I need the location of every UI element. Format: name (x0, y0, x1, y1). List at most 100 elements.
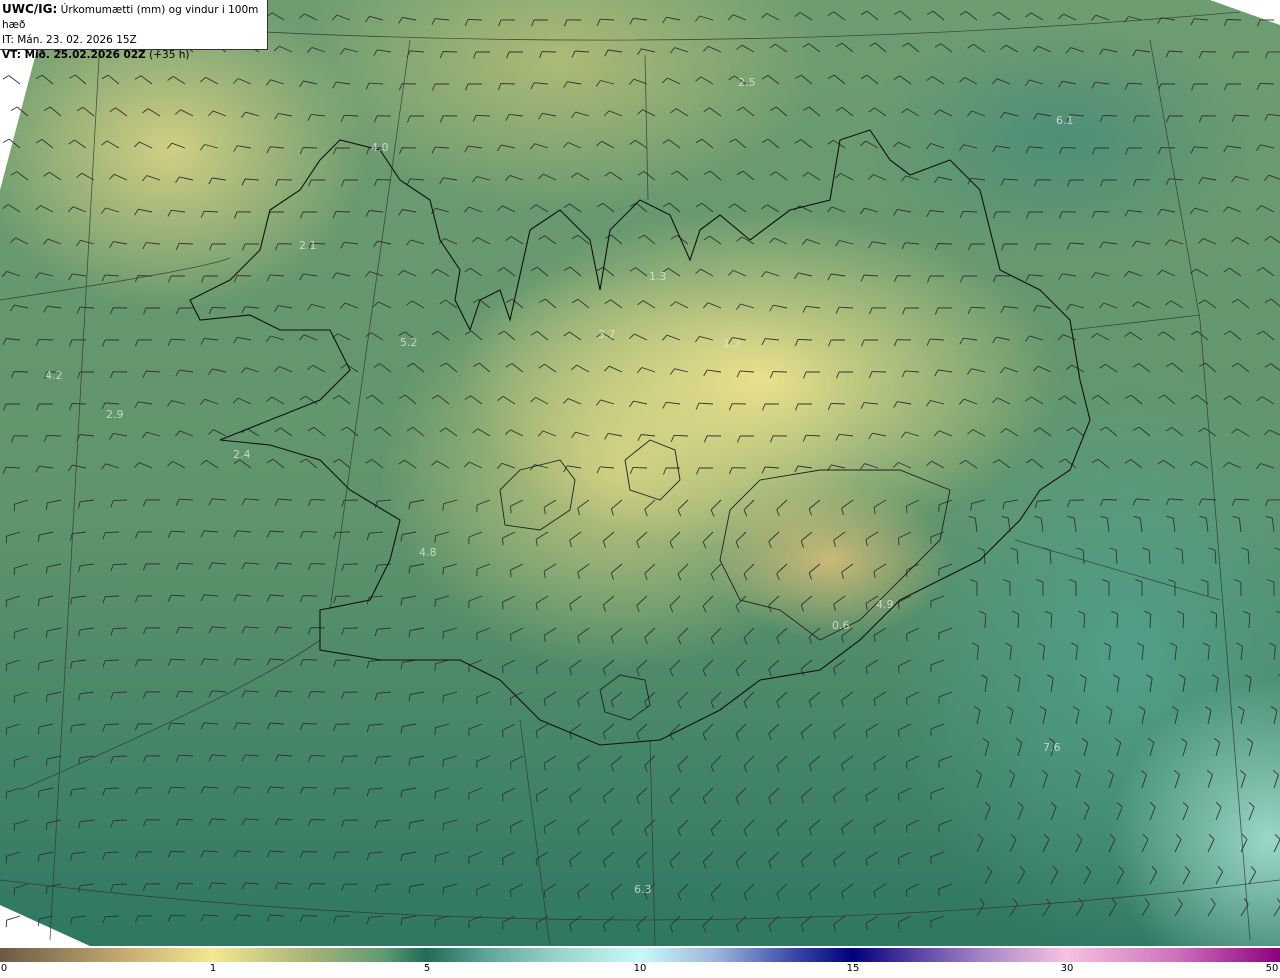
wind-barb (1239, 769, 1246, 789)
wind-barb (897, 531, 912, 546)
wind-barb (1133, 515, 1143, 533)
wind-barb (274, 818, 293, 826)
wind-barb (1000, 111, 1019, 119)
wind-barb (710, 883, 722, 901)
wind-barb (860, 74, 879, 85)
wind-barb (934, 243, 953, 251)
wind-barb (743, 819, 755, 837)
wind-barb (1099, 499, 1118, 507)
wind-barb (629, 467, 648, 475)
wind-barb (1223, 330, 1242, 341)
wind-barb (109, 307, 128, 315)
wind-barb (1164, 239, 1184, 246)
wind-barb (307, 691, 326, 699)
wind-barb (476, 883, 491, 896)
wind-barb (743, 499, 755, 517)
wind-barb (1132, 240, 1151, 248)
wind-barb (442, 819, 458, 831)
wind-barb (868, 307, 887, 315)
wind-barb (273, 45, 293, 53)
wind-barb (703, 435, 722, 443)
wind-barb (1025, 12, 1044, 21)
wind-barb (1264, 363, 1280, 372)
wind-barb (670, 434, 689, 442)
wind-barb (827, 74, 846, 85)
wind-barb (274, 112, 293, 120)
wind-barb (1138, 706, 1146, 725)
wind-barb (893, 401, 912, 408)
wind-barb (398, 394, 417, 405)
wind-barb (892, 461, 912, 469)
wind-barb (506, 51, 523, 59)
wind-barb (577, 499, 590, 516)
wind-barb (1198, 362, 1217, 373)
wind-barb (1232, 515, 1242, 533)
wind-barb (1099, 114, 1118, 122)
wind-barb (1058, 80, 1077, 88)
wind-barb (695, 202, 714, 213)
wind-barb (897, 851, 912, 866)
wind-barb (808, 499, 821, 516)
valid-time: VT: Mið. 25.02.2026 02Z (2, 49, 146, 61)
wind-barb (1114, 738, 1122, 757)
wind-barb (1265, 515, 1275, 533)
wind-barb (464, 330, 483, 341)
wind-barb (476, 499, 491, 512)
precipitation-colorbar (0, 948, 1280, 962)
wind-barb (905, 883, 920, 898)
wind-barb (266, 850, 285, 858)
wind-barb (1231, 236, 1250, 245)
wind-barb (669, 851, 681, 869)
wind-barb (400, 659, 417, 670)
wind-barb (1147, 738, 1155, 757)
wind-barb (661, 77, 681, 85)
wind-barb (208, 626, 227, 634)
wind-barb (1002, 499, 1019, 510)
wind-barb (1037, 642, 1045, 661)
wind-barb (408, 691, 425, 702)
wind-barb (1001, 515, 1011, 533)
wind-barb (1157, 394, 1176, 405)
wind-barb (860, 274, 879, 282)
wind-barb (571, 298, 590, 309)
wind-barb (1149, 866, 1158, 885)
wind-barb (365, 394, 384, 405)
wind-barb (900, 431, 920, 438)
wind-barb (1256, 144, 1275, 151)
colorbar-tick: 1 (209, 963, 217, 974)
wind-barb (373, 363, 392, 373)
wind-barb (1165, 50, 1184, 58)
wind-barb (497, 144, 516, 152)
wind-barb (232, 397, 252, 405)
map-title-box: UWC/IG: Úrkomumætti (mm) og vindur i 100… (0, 0, 268, 61)
wind-barb (1092, 147, 1110, 155)
wind-barb (333, 787, 351, 796)
wind-barb (737, 435, 754, 443)
wind-barb (1157, 17, 1176, 24)
wind-barb (465, 83, 483, 91)
wind-barb (1206, 769, 1213, 789)
wind-barb (208, 306, 227, 315)
wind-barb (702, 659, 714, 677)
wind-barb (167, 338, 186, 346)
wind-barb (1112, 674, 1120, 693)
wind-barb (1032, 365, 1052, 373)
wind-barb (893, 208, 912, 216)
wind-barb (510, 883, 524, 898)
wind-barb (1197, 237, 1217, 245)
wind-barb (1107, 769, 1114, 789)
wind-barb (207, 429, 227, 437)
wind-barb (299, 851, 318, 859)
wind-barb (1231, 498, 1250, 506)
wind-barb (860, 402, 879, 410)
wind-barb (1213, 738, 1221, 757)
wind-barb (841, 755, 854, 772)
wind-barb (100, 463, 120, 470)
wind-barb (1204, 706, 1212, 725)
wind-barb (307, 113, 326, 121)
glacier-myrdalsjokull (599, 674, 651, 721)
wind-barb (860, 207, 879, 215)
wind-barb (70, 659, 87, 669)
wind-barb (241, 498, 260, 506)
wind-barb (841, 499, 854, 516)
